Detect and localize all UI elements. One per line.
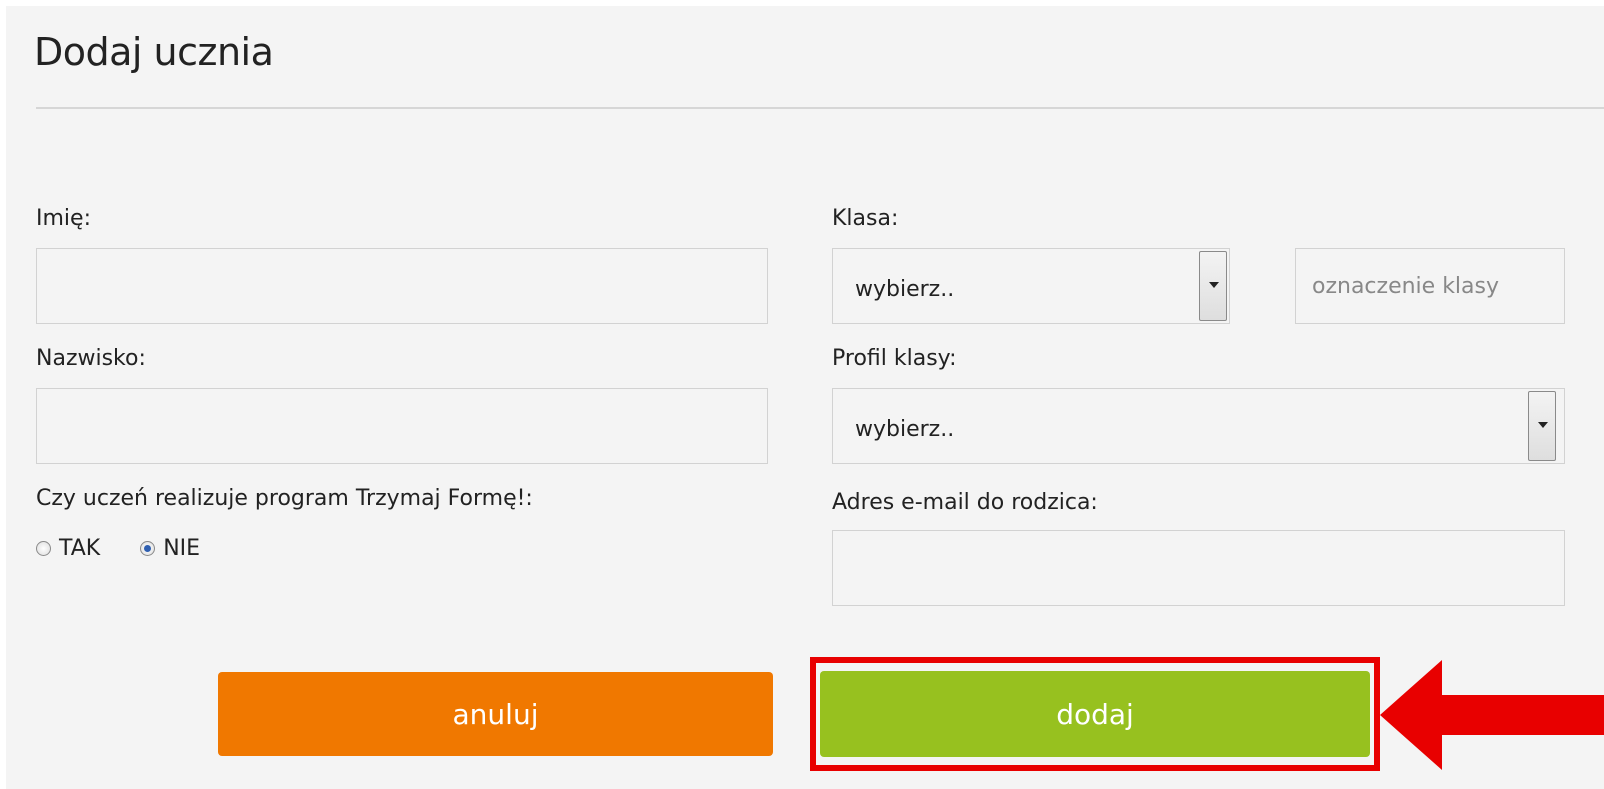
class-profile-select-value: wybierz.. xyxy=(855,417,955,442)
cancel-button[interactable]: anuluj xyxy=(218,672,773,756)
first-name-label: Imię: xyxy=(36,206,91,231)
class-profile-select[interactable]: wybierz.. xyxy=(832,388,1565,464)
radio-label-nie: NIE xyxy=(163,536,201,561)
radio-option-tak[interactable]: TAK xyxy=(36,536,100,561)
parent-email-input[interactable] xyxy=(832,530,1565,606)
chevron-down-icon[interactable] xyxy=(1199,251,1227,321)
last-name-input[interactable] xyxy=(36,388,768,464)
arrow-left-icon xyxy=(1380,660,1604,770)
title-divider xyxy=(36,107,1604,109)
radio-label-tak: TAK xyxy=(59,536,101,561)
class-label: Klasa: xyxy=(832,206,899,231)
class-select[interactable]: wybierz.. xyxy=(832,248,1230,324)
radio-button-nie[interactable] xyxy=(140,541,156,556)
class-designation-input[interactable] xyxy=(1295,248,1565,324)
class-profile-label: Profil klasy: xyxy=(832,346,957,371)
highlight-box xyxy=(810,657,1380,771)
program-question-label: Czy uczeń realizuje program Trzymaj Form… xyxy=(36,486,533,511)
chevron-down-icon[interactable] xyxy=(1528,391,1556,461)
parent-email-label: Adres e-mail do rodzica: xyxy=(832,490,1098,515)
page-title: Dodaj ucznia xyxy=(34,30,274,74)
radio-option-nie[interactable]: NIE xyxy=(140,536,200,561)
last-name-label: Nazwisko: xyxy=(36,346,146,371)
first-name-input[interactable] xyxy=(36,248,768,324)
radio-button-tak[interactable] xyxy=(36,541,51,556)
program-radio-group: TAK NIE xyxy=(36,536,240,561)
class-select-value: wybierz.. xyxy=(855,277,955,302)
